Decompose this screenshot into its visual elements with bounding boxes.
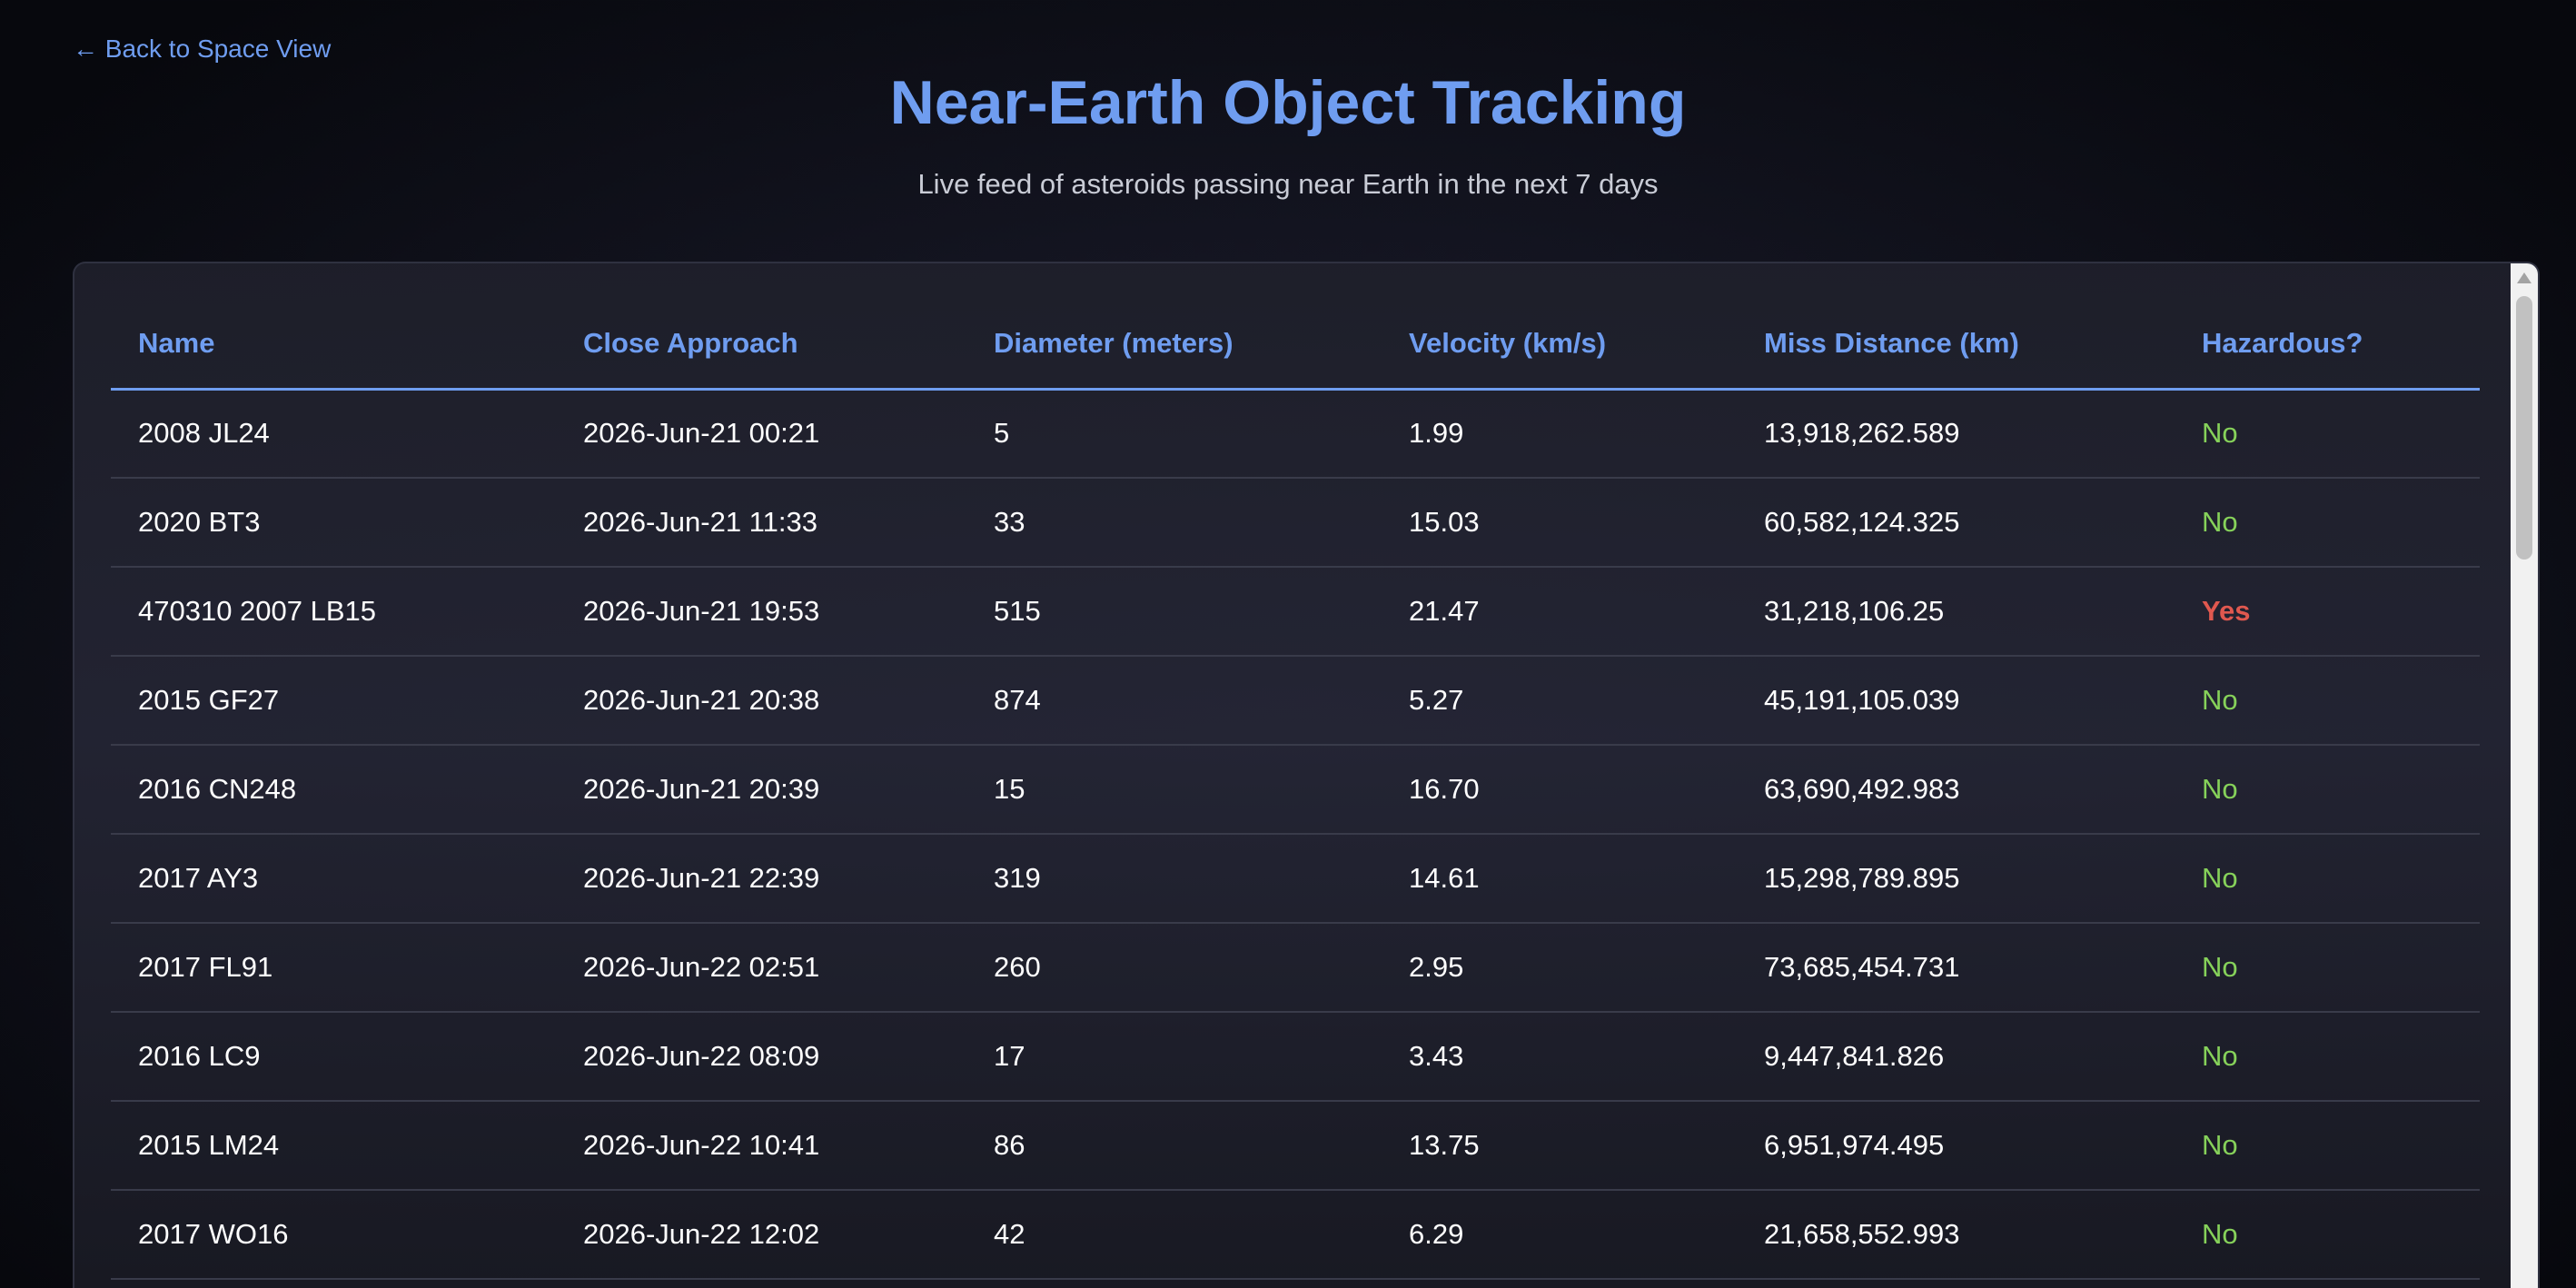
table-row: 2008 JL24 2026-Jun-21 00:21 5 1.99 13,91… [111,389,2480,479]
cell-diameter: 319 [966,834,1382,924]
cell-miss-distance: 63,690,492.983 [1737,745,2175,835]
column-header-velocity[interactable]: Velocity (km/s) [1382,300,1737,391]
cell-diameter: 515 [966,567,1382,657]
cell-hazardous: No [2175,745,2480,835]
neo-table-panel: Name Close Approach Diameter (meters) Ve… [73,262,2540,1288]
cell-hazardous: No [2175,1101,2480,1191]
cell-name: 2017 FL91 [111,923,556,1013]
cell-name: 2008 JL24 [111,389,556,479]
cell-name: 2015 LM24 [111,1101,556,1191]
cell-close-approach: 2026-Jun-21 22:39 [556,834,966,924]
cell-miss-distance: 9,447,841.826 [1737,1012,2175,1102]
cell-name: 2020 BT3 [111,478,556,568]
cell-hazardous: No [2175,656,2480,746]
cell-name: 2016 CN248 [111,745,556,835]
table-row: 2017 AY3 2026-Jun-21 22:39 319 14.61 15,… [111,834,2480,924]
cell-close-approach: 2026-Jun-21 11:33 [556,478,966,568]
table-row: 2015 LM24 2026-Jun-22 10:41 86 13.75 6,9… [111,1101,2480,1191]
cell-hazardous: No [2175,834,2480,924]
cell-velocity: 16.70 [1382,745,1737,835]
cell-velocity: 13.75 [1382,1101,1737,1191]
cell-close-approach: 2026-Jun-22 08:09 [556,1012,966,1102]
table-row: 2017 WO16 2026-Jun-22 12:02 42 6.29 21,6… [111,1190,2480,1280]
cell-miss-distance: 21,658,552.993 [1737,1190,2175,1280]
cell-name: 2017 AY3 [111,834,556,924]
cell-velocity: 1.99 [1382,389,1737,479]
cell-close-approach: 2026-Jun-22 02:51 [556,923,966,1013]
table-row: 2016 LC9 2026-Jun-22 08:09 17 3.43 9,447… [111,1012,2480,1102]
cell-velocity: 14.61 [1382,834,1737,924]
back-to-space-view-link[interactable]: ← Back to Space View [73,35,331,64]
scroll-up-arrow-icon[interactable] [2517,272,2531,283]
cell-name: 2016 LC9 [111,1012,556,1102]
cell-velocity: 5.27 [1382,656,1737,746]
table-row: 2017 FL91 2026-Jun-22 02:51 260 2.95 73,… [111,923,2480,1013]
cell-hazardous: No [2175,478,2480,568]
table-row: 2020 BT3 2026-Jun-21 11:33 33 15.03 60,5… [111,478,2480,568]
cell-miss-distance: 45,191,105.039 [1737,656,2175,746]
cell-velocity: 3.43 [1382,1012,1737,1102]
scrollbar-thumb[interactable] [2516,296,2532,560]
cell-hazardous: No [2175,1190,2480,1280]
cell-close-approach: 2026-Jun-22 12:02 [556,1190,966,1280]
cell-velocity: 2.95 [1382,923,1737,1013]
cell-name: 2017 WO16 [111,1190,556,1280]
cell-hazardous: No [2175,923,2480,1013]
cell-diameter: 33 [966,478,1382,568]
cell-hazardous: No [2175,389,2480,479]
cell-miss-distance: 15,298,789.895 [1737,834,2175,924]
cell-close-approach: 2026-Jun-21 20:39 [556,745,966,835]
table-scrollbar[interactable] [2511,263,2538,1288]
cell-velocity: 15.03 [1382,478,1737,568]
table-header-row: Name Close Approach Diameter (meters) Ve… [111,300,2480,391]
cell-miss-distance: 60,582,124.325 [1737,478,2175,568]
cell-miss-distance: 73,685,454.731 [1737,923,2175,1013]
column-header-miss-distance[interactable]: Miss Distance (km) [1737,300,2175,391]
cell-diameter: 86 [966,1101,1382,1191]
table-row: 2015 GF27 2026-Jun-21 20:38 874 5.27 45,… [111,656,2480,746]
cell-miss-distance: 13,918,262.589 [1737,389,2175,479]
cell-velocity: 6.29 [1382,1190,1737,1280]
page-title: Near-Earth Object Tracking [889,68,1687,137]
cell-hazardous: Yes [2175,567,2480,657]
cell-diameter: 260 [966,923,1382,1013]
column-header-hazardous[interactable]: Hazardous? [2175,300,2480,391]
table-row: 470310 2007 LB15 2026-Jun-21 19:53 515 2… [111,567,2480,657]
column-header-diameter[interactable]: Diameter (meters) [966,300,1382,391]
cell-diameter: 5 [966,389,1382,479]
cell-hazardous: No [2175,1012,2480,1102]
neo-table: Name Close Approach Diameter (meters) Ve… [111,300,2480,1280]
cell-diameter: 15 [966,745,1382,835]
cell-name: 2015 GF27 [111,656,556,746]
cell-diameter: 874 [966,656,1382,746]
column-header-close-approach[interactable]: Close Approach [556,300,966,391]
cell-close-approach: 2026-Jun-21 19:53 [556,567,966,657]
cell-velocity: 21.47 [1382,567,1737,657]
column-header-name[interactable]: Name [111,300,556,391]
cell-name: 470310 2007 LB15 [111,567,556,657]
cell-diameter: 17 [966,1012,1382,1102]
table-row: 2016 CN248 2026-Jun-21 20:39 15 16.70 63… [111,745,2480,835]
cell-miss-distance: 31,218,106.25 [1737,567,2175,657]
cell-diameter: 42 [966,1190,1382,1280]
page-subtitle: Live feed of asteroids passing near Eart… [917,168,1659,200]
cell-close-approach: 2026-Jun-22 10:41 [556,1101,966,1191]
cell-close-approach: 2026-Jun-21 20:38 [556,656,966,746]
cell-close-approach: 2026-Jun-21 00:21 [556,389,966,479]
cell-miss-distance: 6,951,974.495 [1737,1101,2175,1191]
